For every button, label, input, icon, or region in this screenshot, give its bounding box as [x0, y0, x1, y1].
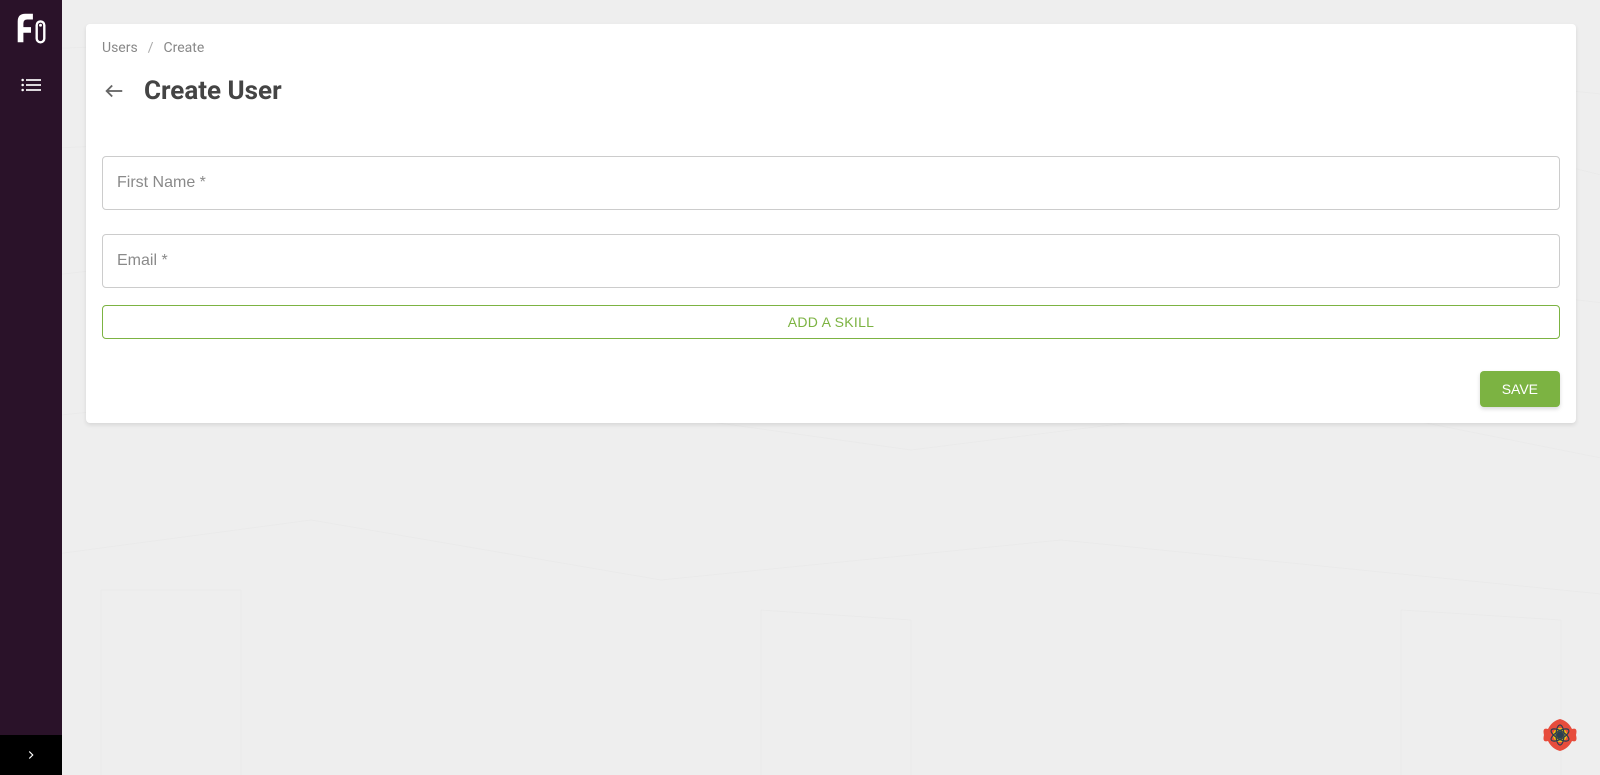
page-title: Create User	[144, 76, 282, 106]
app-logo[interactable]	[10, 8, 52, 50]
form-actions: SAVE	[102, 371, 1560, 407]
main-content: Users / Create Create User ADD A SKILL S…	[62, 0, 1600, 775]
breadcrumb: Users / Create	[102, 40, 1560, 56]
react-query-devtools-icon[interactable]	[1540, 715, 1580, 755]
save-button[interactable]: SAVE	[1480, 371, 1560, 407]
sidebar	[0, 0, 62, 775]
email-field[interactable]	[102, 234, 1560, 288]
back-button[interactable]	[102, 79, 126, 103]
page-header: Create User	[102, 76, 1560, 106]
add-skill-button[interactable]: ADD A SKILL	[102, 305, 1560, 339]
breadcrumb-separator: /	[148, 40, 154, 56]
form-card: Users / Create Create User ADD A SKILL S…	[86, 24, 1576, 423]
first-name-field[interactable]	[102, 156, 1560, 210]
breadcrumb-root[interactable]: Users	[102, 40, 138, 56]
breadcrumb-current: Create	[163, 40, 204, 56]
sidebar-expand-button[interactable]	[0, 735, 62, 775]
list-menu-icon[interactable]	[21, 78, 41, 92]
